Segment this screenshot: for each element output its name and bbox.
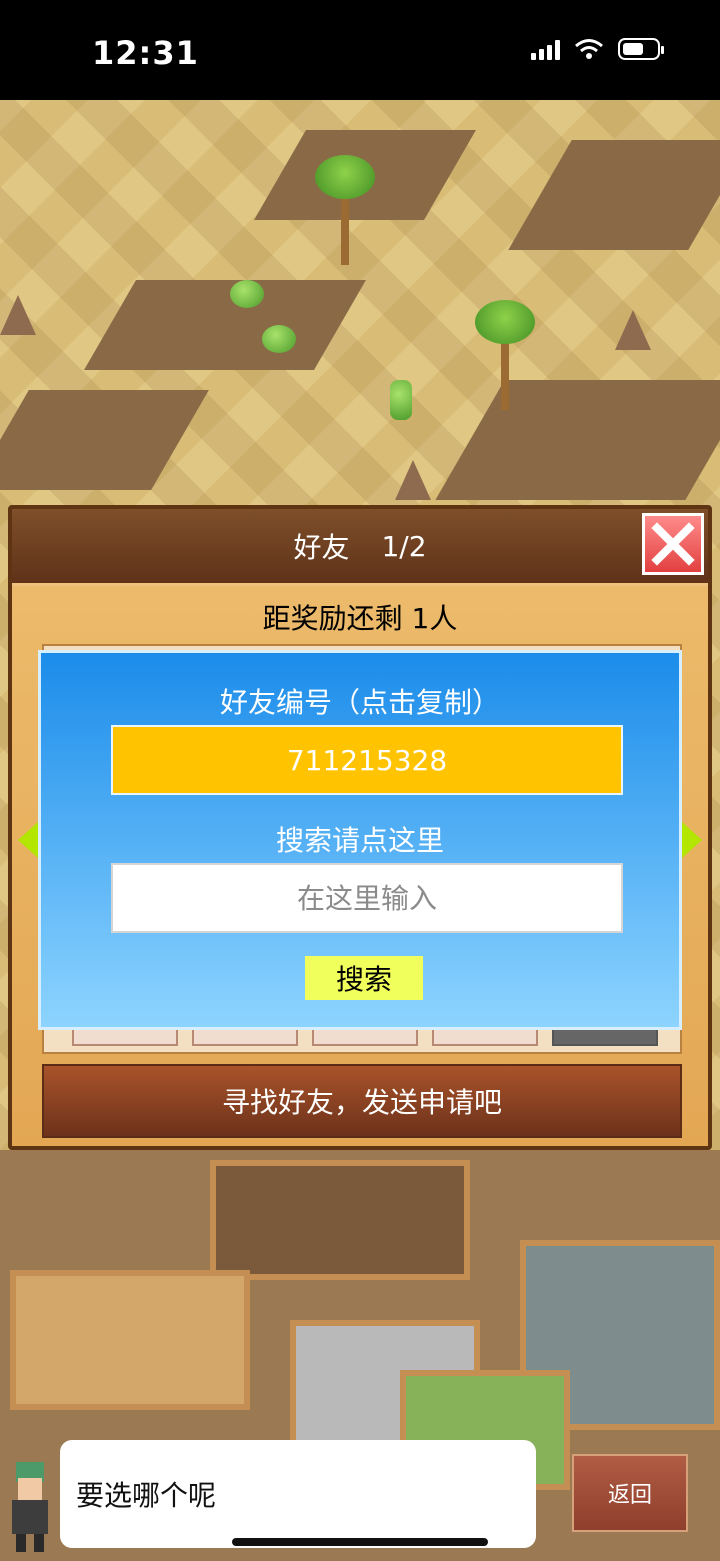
- bush: [262, 325, 296, 353]
- dirt-patch: [508, 140, 720, 250]
- status-icons: [531, 38, 664, 60]
- dialog-header: 好友 1/2: [12, 509, 708, 586]
- bush: [230, 280, 264, 308]
- friend-id-copy-button[interactable]: 711215328: [111, 725, 623, 795]
- rock: [0, 295, 36, 335]
- dialog-page: 1/2: [381, 529, 427, 563]
- dirt-patch: [0, 390, 209, 490]
- search-label: 搜索请点这里: [275, 824, 444, 857]
- back-button[interactable]: 返回: [572, 1454, 688, 1532]
- cactus: [390, 380, 412, 420]
- wifi-icon: [575, 39, 603, 59]
- status-time: 12:31: [92, 34, 199, 72]
- palm-tree: [475, 300, 535, 420]
- battery-icon: [618, 38, 664, 60]
- next-page-icon[interactable]: [682, 822, 702, 858]
- search-input[interactable]: [111, 863, 623, 933]
- search-button[interactable]: 搜索: [305, 956, 423, 1000]
- close-button[interactable]: [642, 513, 704, 575]
- rock: [615, 310, 651, 350]
- farm-plot: [210, 1160, 470, 1280]
- farm-plot: [10, 1270, 250, 1410]
- find-friend-button[interactable]: 寻找好友，发送申请吧: [42, 1064, 682, 1138]
- home-indicator[interactable]: [232, 1538, 488, 1546]
- character-avatar: [12, 1462, 48, 1552]
- dirt-patch: [84, 280, 366, 370]
- friend-search-panel: 好友编号（点击复制） 711215328 搜索请点这里 搜索: [38, 650, 682, 1030]
- close-icon: [651, 522, 695, 566]
- speech-text: 要选哪个呢: [76, 1479, 217, 1512]
- prev-page-icon[interactable]: [18, 822, 38, 858]
- rock: [395, 460, 431, 500]
- reward-text: 距奖励还剩 1人: [262, 602, 458, 635]
- friend-id-label: 好友编号（点击复制）: [219, 686, 500, 719]
- signal-icon: [531, 38, 560, 60]
- status-bar: 12:31: [0, 0, 720, 100]
- dialog-title: 好友: [293, 531, 350, 564]
- palm-tree: [315, 155, 375, 275]
- speech-bubble: 要选哪个呢: [60, 1440, 536, 1548]
